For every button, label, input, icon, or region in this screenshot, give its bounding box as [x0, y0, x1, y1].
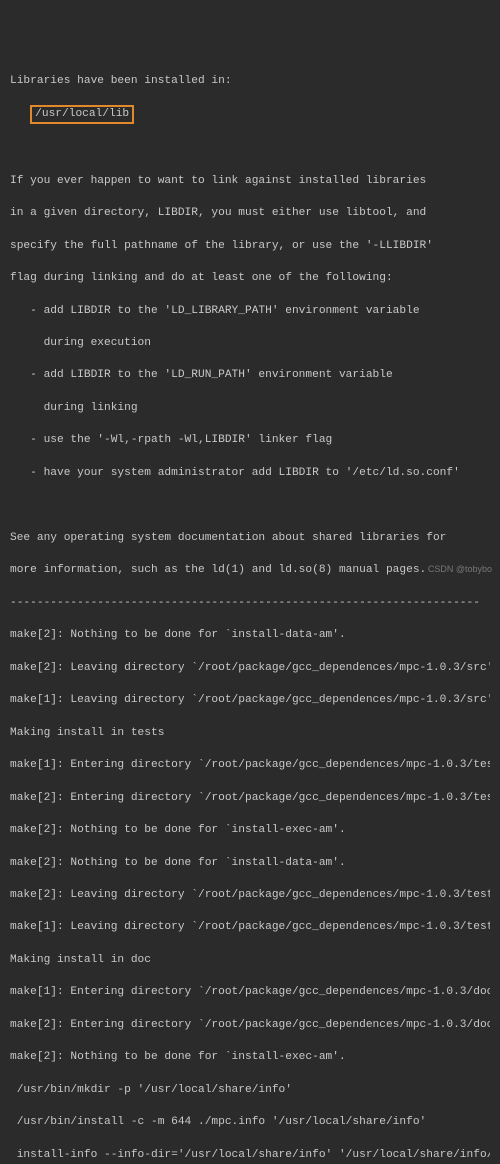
info-line: in a given directory, LIBDIR, you must e…	[10, 205, 490, 221]
make-output-line: install-info --info-dir='/usr/local/shar…	[10, 1147, 490, 1163]
make-output-line: make[1]: Leaving directory `/root/packag…	[10, 919, 490, 935]
make-output-line: make[2]: Leaving directory `/root/packag…	[10, 887, 490, 903]
make-output-line: /usr/bin/install -c -m 644 ./mpc.info '/…	[10, 1114, 490, 1130]
make-output-line: make[2]: Nothing to be done for `install…	[10, 627, 490, 643]
bullet-line: during execution	[10, 335, 490, 351]
header-line: Libraries have been installed in:	[10, 73, 490, 89]
bullet-line: - use the '-Wl,-rpath -Wl,LIBDIR' linker…	[10, 432, 490, 448]
make-output-line: make[2]: Entering directory `/root/packa…	[10, 1017, 490, 1033]
info-line: flag during linking and do at least one …	[10, 270, 490, 286]
make-output-line: make[1]: Leaving directory `/root/packag…	[10, 692, 490, 708]
watermark: CSDN @tobybo	[428, 563, 492, 576]
info-line: specify the full pathname of the library…	[10, 238, 490, 254]
bullet-line: - have your system administrator add LIB…	[10, 465, 490, 481]
blank-line	[10, 140, 490, 156]
make-output-line: Making install in doc	[10, 952, 490, 968]
make-output-line: make[2]: Entering directory `/root/packa…	[10, 790, 490, 806]
doc-line: See any operating system documentation a…	[10, 530, 490, 546]
divider-dashes: ----------------------------------------…	[10, 595, 490, 611]
bullet-line: during linking	[10, 400, 490, 416]
make-output-line: make[1]: Entering directory `/root/packa…	[10, 984, 490, 1000]
make-output-line: make[2]: Nothing to be done for `install…	[10, 822, 490, 838]
make-output-line: make[2]: Leaving directory `/root/packag…	[10, 660, 490, 676]
make-output-line: /usr/bin/mkdir -p '/usr/local/share/info…	[10, 1082, 490, 1098]
make-output-line: Making install in tests	[10, 725, 490, 741]
bullet-line: - add LIBDIR to the 'LD_RUN_PATH' enviro…	[10, 367, 490, 383]
info-line: If you ever happen to want to link again…	[10, 173, 490, 189]
make-output-line: make[1]: Entering directory `/root/packa…	[10, 757, 490, 773]
doc-line: more information, such as the ld(1) and …	[10, 562, 490, 578]
blank-line	[10, 497, 490, 513]
make-output-line: make[2]: Nothing to be done for `install…	[10, 1049, 490, 1065]
bullet-line: - add LIBDIR to the 'LD_LIBRARY_PATH' en…	[10, 303, 490, 319]
make-output-line: make[2]: Nothing to be done for `install…	[10, 855, 490, 871]
highlight-usr-local-lib: /usr/local/lib	[30, 105, 134, 124]
highlighted-lib-path-line: /usr/local/lib	[10, 105, 490, 124]
